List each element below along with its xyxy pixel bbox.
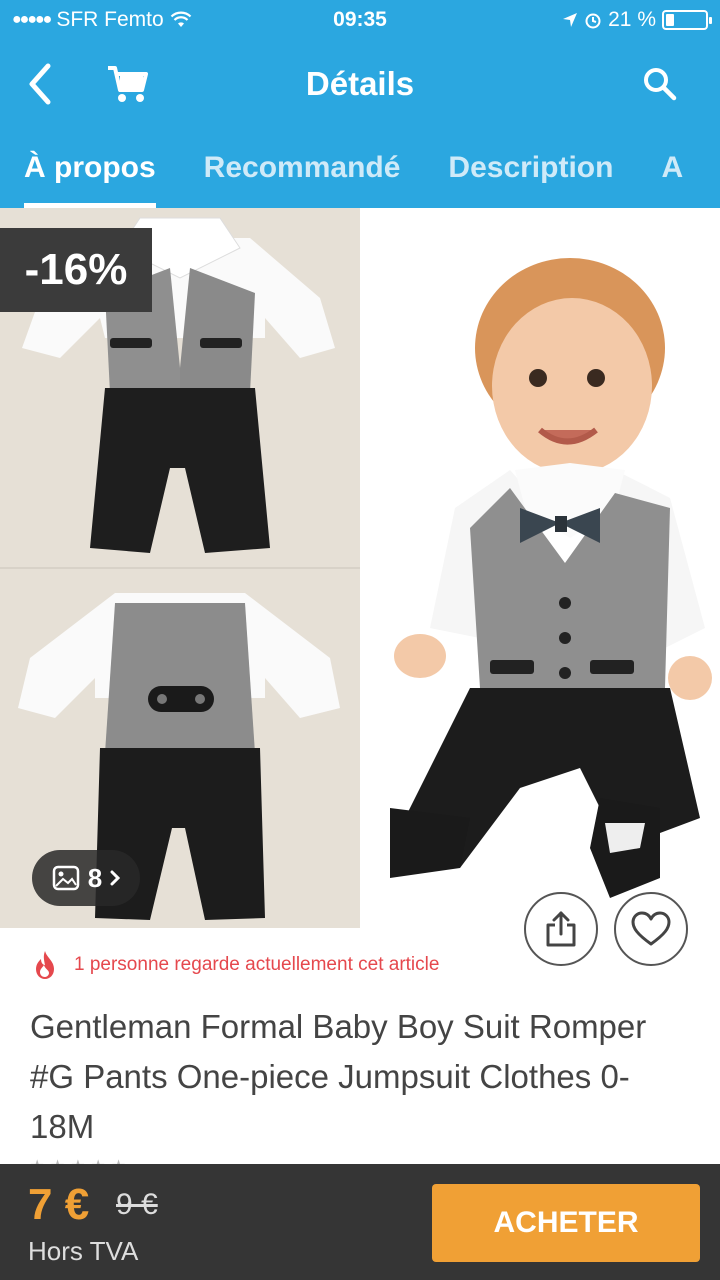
back-button[interactable] — [0, 40, 80, 128]
battery-percent: 21 % — [608, 8, 656, 31]
signal-icon: ●●●●● — [12, 11, 52, 28]
product-gallery[interactable]: -16% 8 — [0, 208, 720, 928]
search-button[interactable] — [620, 40, 700, 128]
search-icon — [644, 68, 677, 101]
favorite-button[interactable] — [614, 892, 688, 966]
current-price: 7 € — [28, 1180, 90, 1229]
original-price: 9 € — [116, 1188, 158, 1221]
tab-description[interactable]: Description — [424, 128, 637, 208]
status-bar: ●●●●● SFR Femto 09:35 21 % — [0, 0, 720, 40]
cart-icon — [108, 66, 148, 102]
product-photo-model — [360, 208, 720, 928]
tab-recommande[interactable]: Recommandé — [180, 128, 425, 208]
watching-notice: 1 personne regarde actuellement cet arti… — [32, 950, 439, 980]
photo-count-button[interactable]: 8 — [32, 850, 140, 906]
battery-icon — [662, 10, 712, 30]
fire-icon — [36, 951, 54, 979]
photo-count: 8 — [87, 862, 103, 893]
app-header: Détails — [0, 40, 720, 128]
status-left: ●●●●● SFR Femto — [12, 8, 192, 32]
alarm-icon — [585, 13, 601, 29]
cart-button[interactable] — [88, 40, 168, 128]
tab-a-propos[interactable]: À propos — [0, 128, 180, 208]
watching-text: 1 personne regarde actuellement cet arti… — [74, 954, 440, 975]
share-icon — [546, 911, 576, 947]
image-icon — [52, 865, 80, 891]
carrier-name: SFR Femto — [56, 8, 164, 31]
tab-more[interactable]: A — [637, 128, 707, 208]
chevron-right-icon — [110, 870, 121, 886]
purchase-bar: 7 € 9 € Hors TVA ACHETER — [0, 1164, 720, 1280]
heart-icon — [631, 911, 671, 946]
share-button[interactable] — [524, 892, 598, 966]
wifi-icon — [170, 11, 191, 27]
chevron-left-icon — [29, 63, 51, 105]
product-title: Gentleman Formal Baby Boy Suit Romper #G… — [30, 1008, 647, 1145]
tab-bar: À propos Recommandé Description A — [0, 128, 720, 208]
discount-badge: -16% — [0, 228, 152, 312]
buy-button[interactable]: ACHETER — [432, 1184, 700, 1262]
product-photo-flatlay — [0, 208, 360, 928]
status-right: 21 % — [562, 8, 712, 32]
tax-note: Hors TVA — [28, 1236, 139, 1266]
location-arrow-icon — [563, 13, 578, 27]
battery-level — [666, 14, 674, 26]
